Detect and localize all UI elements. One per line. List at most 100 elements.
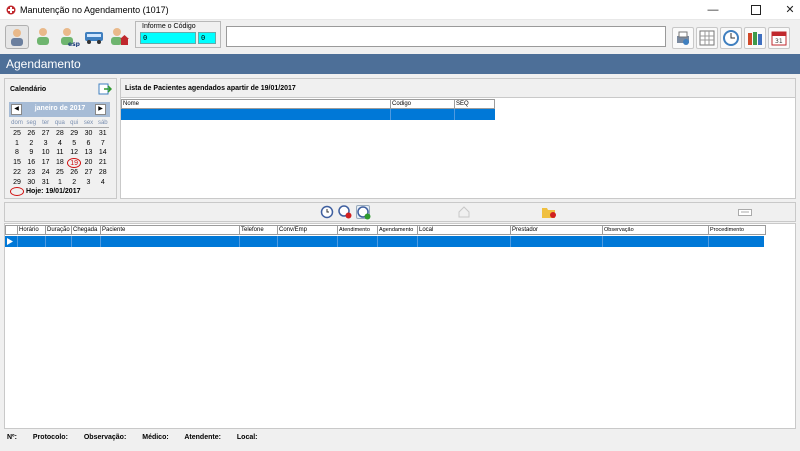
schedule-row-sep (277, 236, 278, 247)
calendar-day[interactable]: 7 (96, 139, 110, 149)
doctor-home-icon[interactable] (108, 25, 132, 49)
calendar-day[interactable]: 20 (82, 158, 96, 168)
col-header-paciente[interactable]: Paciente (100, 225, 239, 235)
calendar-day[interactable]: 24 (39, 168, 53, 178)
calendar-day[interactable]: 27 (82, 168, 96, 178)
calendar-day[interactable]: 10 (39, 148, 53, 158)
code-input-2[interactable]: 0 (198, 32, 216, 44)
svg-text:esp: esp (68, 41, 80, 47)
calendar-day[interactable]: 31 (39, 178, 53, 188)
calendar-day[interactable]: 31 (96, 129, 110, 139)
schedule-row-sep (602, 236, 603, 247)
prev-month-button[interactable]: ◀ (11, 104, 22, 115)
calendar-day[interactable]: 13 (82, 148, 96, 158)
calendar-day[interactable]: 23 (24, 168, 38, 178)
calendar-grid-icon[interactable] (696, 27, 718, 49)
calendar-day[interactable]: 12 (67, 148, 81, 158)
col-header-chegada[interactable]: Chegada (71, 225, 100, 235)
col-header-seq[interactable]: SEQ (454, 99, 495, 109)
title-bar: Manutenção no Agendamento (1017) — ✕ (0, 0, 800, 20)
calendar-day[interactable]: 28 (53, 129, 67, 139)
calendar-export-icon[interactable] (98, 82, 113, 96)
col-header-nome[interactable]: Nome (121, 99, 390, 109)
calendar-day[interactable]: 3 (82, 178, 96, 188)
svg-text:31: 31 (775, 38, 783, 45)
schedule-toolbar (4, 202, 796, 222)
weekday-label: ter (42, 120, 50, 126)
calendar-day[interactable]: 1 (10, 139, 24, 149)
clock-add-icon[interactable] (356, 205, 371, 220)
calendar-day[interactable]: 28 (96, 168, 110, 178)
col-header-procedimento[interactable]: Procedimento (708, 225, 766, 235)
code-input-1[interactable]: 0 (140, 32, 196, 44)
clock-icon[interactable] (720, 27, 742, 49)
schedule-row-sep (510, 236, 511, 247)
calendar-day[interactable]: 29 (67, 129, 81, 139)
col-header-prestador[interactable]: Prestador (510, 225, 602, 235)
status-bar: Nº: Protocolo: Observação: Médico: Atend… (7, 434, 272, 441)
col-header-local[interactable]: Local (417, 225, 510, 235)
search-input[interactable] (226, 26, 666, 47)
books-icon[interactable] (744, 27, 766, 49)
calendar-day[interactable]: 17 (39, 158, 53, 168)
schedule-selected-row[interactable] (5, 236, 764, 247)
clock-icon[interactable] (320, 205, 334, 219)
calendar-day[interactable]: 3 (39, 139, 53, 149)
bus-icon[interactable] (83, 25, 107, 49)
calendar-day[interactable]: 26 (24, 129, 38, 139)
calendar-day[interactable]: 26 (67, 168, 81, 178)
calendar-day[interactable]: 14 (96, 148, 110, 158)
calendar-day[interactable]: 15 (10, 158, 24, 168)
col-header-hor-rio[interactable]: Horário (17, 225, 45, 235)
calendar-day[interactable]: 5 (67, 139, 81, 149)
patients-list-title: Lista de Pacientes agendados apartir de … (125, 85, 296, 92)
schedule-row-sep (708, 236, 709, 247)
calendar-day[interactable]: 21 (96, 158, 110, 168)
col-header-conv-emp[interactable]: Conv/Emp (277, 225, 337, 235)
calendar-day[interactable]: 6 (82, 139, 96, 149)
schedule-row-sep (71, 236, 72, 247)
next-month-button[interactable]: ▶ (95, 104, 106, 115)
folder-remove-icon[interactable] (541, 205, 557, 219)
calendar-day[interactable]: 9 (24, 148, 38, 158)
col-header-atendimento[interactable]: Atendimento (337, 225, 377, 235)
weekday-label: sex (83, 120, 94, 126)
minimize-button[interactable]: — (693, 0, 733, 20)
calendar-icon[interactable]: 31 (768, 27, 790, 49)
calendar-day[interactable]: 30 (82, 129, 96, 139)
doctor-icon[interactable] (32, 25, 56, 49)
calendar-day[interactable]: 18 (53, 158, 67, 168)
calendar-day[interactable]: 29 (10, 178, 24, 188)
calendar-day[interactable]: 8 (10, 148, 24, 158)
col-header-dura-o[interactable]: Duração (45, 225, 71, 235)
patients-selected-row[interactable] (121, 109, 495, 120)
calendar-day[interactable]: 27 (39, 129, 53, 139)
status-protocolo: Protocolo: (32, 434, 68, 441)
clock-remove-icon[interactable] (338, 205, 352, 219)
calendar-day[interactable]: 2 (24, 139, 38, 149)
calendar-day[interactable]: 4 (96, 178, 110, 188)
patient-icon[interactable] (5, 25, 29, 49)
page-title: Agendamento (6, 57, 81, 71)
schedule-grid (4, 223, 796, 429)
col-header-codigo[interactable]: Codigo (390, 99, 454, 109)
col-header-telefone[interactable]: Telefone (239, 225, 277, 235)
calendar-day[interactable]: 25 (10, 129, 24, 139)
calendar-day[interactable]: 4 (53, 139, 67, 149)
app-icon (6, 5, 16, 15)
col-header-observa-o[interactable]: Observação (602, 225, 708, 235)
calendar-day[interactable]: 1 (53, 178, 67, 188)
calendar-day[interactable]: 30 (24, 178, 38, 188)
keyboard-icon[interactable] (738, 207, 752, 217)
calendar-day[interactable]: 16 (24, 158, 38, 168)
calendar-day[interactable]: 11 (53, 148, 67, 158)
col-header-agendamento[interactable]: Agendamento (377, 225, 417, 235)
calendar-day[interactable]: 2 (67, 178, 81, 188)
schedule-row-sep (239, 236, 240, 247)
doctor-esp-icon[interactable]: esp (58, 25, 82, 49)
close-button[interactable]: ✕ (770, 0, 800, 20)
section-header: Agendamento (0, 54, 800, 74)
printer-icon[interactable] (672, 27, 694, 49)
calendar-day[interactable]: 25 (53, 168, 67, 178)
calendar-day[interactable]: 22 (10, 168, 24, 178)
